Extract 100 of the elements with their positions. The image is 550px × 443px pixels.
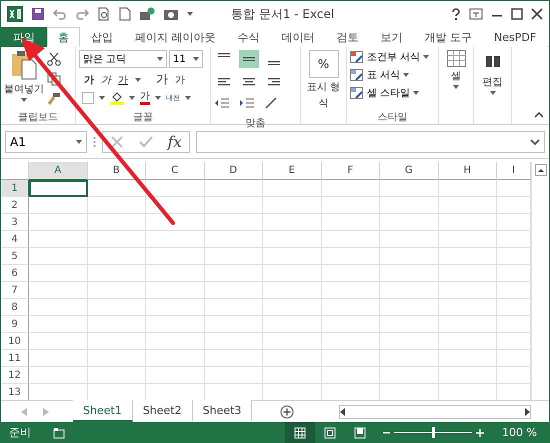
save-icon[interactable]	[31, 7, 45, 21]
increase-indent-icon[interactable]	[239, 96, 255, 110]
grid-cell[interactable]	[497, 180, 531, 197]
grid-cell[interactable]	[146, 282, 204, 299]
grid-cell[interactable]	[146, 265, 204, 282]
grid-cell[interactable]	[497, 299, 531, 316]
caret-icon[interactable]	[403, 73, 410, 77]
row-header[interactable]: 7	[1, 282, 29, 299]
orientation-icon[interactable]	[264, 96, 278, 110]
caret-icon[interactable]	[413, 91, 420, 95]
sheet-tab[interactable]: Sheet1	[73, 400, 133, 422]
grid-cell[interactable]	[29, 367, 88, 384]
grid-cell[interactable]	[322, 214, 380, 231]
grid-cell[interactable]	[322, 197, 380, 214]
font-size-field[interactable]: 11	[169, 50, 203, 68]
copy-icon[interactable]	[47, 72, 61, 86]
scissors-icon[interactable]	[47, 52, 61, 66]
grid-cell[interactable]	[146, 316, 204, 333]
grid-cell[interactable]	[204, 197, 263, 214]
help-icon[interactable]	[451, 8, 461, 20]
row-header[interactable]: 3	[1, 214, 29, 231]
grid-cell[interactable]	[497, 316, 531, 333]
grid-cell[interactable]	[88, 265, 146, 282]
caret-icon[interactable]	[453, 85, 459, 89]
style-menu-item[interactable]: 셀 스타일	[350, 86, 420, 100]
grid-cell[interactable]	[29, 214, 88, 231]
grid-cell[interactable]	[380, 282, 438, 299]
grid-cell[interactable]	[29, 333, 88, 350]
cells-button[interactable]: 셀	[442, 50, 470, 89]
grid-cell[interactable]	[263, 180, 322, 197]
grid-cell[interactable]	[146, 350, 204, 367]
grid-cell[interactable]	[88, 299, 146, 316]
grid-cell[interactable]	[438, 180, 497, 197]
scroll-up-icon[interactable]	[534, 164, 546, 176]
grid-cell[interactable]	[29, 231, 88, 248]
grid-cell[interactable]	[322, 299, 380, 316]
view-button[interactable]	[285, 422, 316, 443]
grid-cell[interactable]	[146, 197, 204, 214]
grid-cell[interactable]	[146, 248, 204, 265]
grid-cell[interactable]	[497, 333, 531, 350]
column-header[interactable]: D	[204, 162, 263, 180]
caret-icon[interactable]	[185, 96, 191, 100]
grid-cell[interactable]	[29, 265, 88, 282]
border-icon[interactable]	[82, 92, 94, 104]
ribbon-display-icon[interactable]	[469, 8, 483, 20]
grid-cell[interactable]	[380, 180, 438, 197]
shrink-font-button[interactable]: 가	[175, 72, 185, 86]
font-color-button[interactable]: 가	[140, 91, 150, 105]
row-header[interactable]: 4	[1, 231, 29, 248]
row-header[interactable]: 6	[1, 265, 29, 282]
grid-cell[interactable]	[322, 180, 380, 197]
undo-icon[interactable]	[53, 7, 67, 21]
expand-icon[interactable]	[530, 138, 540, 144]
grid-cell[interactable]	[380, 333, 438, 350]
grid-cell[interactable]	[497, 350, 531, 367]
cancel-icon[interactable]	[110, 134, 124, 148]
column-header[interactable]: A	[29, 162, 88, 180]
zoom-in-icon[interactable]	[476, 428, 484, 436]
grid-cell[interactable]	[88, 282, 146, 299]
scroll-right-icon[interactable]	[525, 408, 530, 416]
next-sheet-icon[interactable]	[43, 408, 49, 416]
underline-button[interactable]: 가	[118, 72, 128, 86]
caret-icon[interactable]	[490, 91, 496, 95]
grid-cell[interactable]	[322, 265, 380, 282]
caret-icon[interactable]	[76, 140, 82, 144]
grid-cell[interactable]	[204, 180, 263, 197]
grid-cell[interactable]	[322, 333, 380, 350]
grid-cell[interactable]	[263, 197, 322, 214]
grid-cell[interactable]	[204, 231, 263, 248]
grid-cell[interactable]	[380, 367, 438, 384]
grid-cell[interactable]	[263, 282, 322, 299]
grid-cell[interactable]	[204, 316, 263, 333]
redo-icon[interactable]	[75, 7, 89, 21]
grid-cell[interactable]	[438, 197, 497, 214]
row-header[interactable]: 12	[1, 367, 29, 384]
italic-button[interactable]: 가	[101, 72, 111, 86]
grid-cell[interactable]	[263, 316, 322, 333]
grid-cell[interactable]	[29, 299, 88, 316]
grid-cell[interactable]	[497, 367, 531, 384]
grid-cell[interactable]	[204, 299, 263, 316]
zoom-slider[interactable]	[394, 427, 472, 438]
collapse-ribbon-icon[interactable]	[535, 112, 543, 118]
grid-cell[interactable]	[497, 214, 531, 231]
grid-cell[interactable]	[204, 350, 263, 367]
zoom-level[interactable]: 100 %	[502, 426, 537, 439]
grid-cell[interactable]	[380, 231, 438, 248]
grid-cell[interactable]	[263, 367, 322, 384]
grid-cell[interactable]	[146, 367, 204, 384]
grid-cell[interactable]	[322, 367, 380, 384]
formula-field[interactable]	[196, 130, 545, 152]
grid-cell[interactable]	[88, 333, 146, 350]
caret-icon[interactable]	[21, 98, 27, 102]
grid-cell[interactable]	[438, 231, 497, 248]
style-menu-item[interactable]: 조건부 서식	[350, 50, 430, 64]
grid-cell[interactable]	[322, 350, 380, 367]
grid-cell[interactable]	[204, 248, 263, 265]
grid-cell[interactable]	[88, 197, 146, 214]
grid-cell[interactable]	[88, 316, 146, 333]
grid-cell[interactable]	[263, 333, 322, 350]
grid-cell[interactable]	[29, 282, 88, 299]
